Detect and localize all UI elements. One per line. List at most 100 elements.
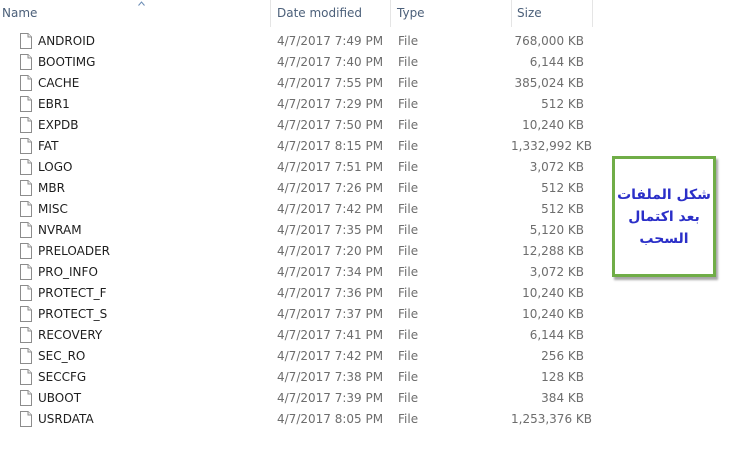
file-explorer: Name Date modified Type Size ANDROID 4/7/… <box>0 0 738 454</box>
file-date-modified: 4/7/2017 7:40 PM <box>277 55 384 69</box>
column-header-name[interactable]: Name <box>0 0 270 27</box>
file-size: 10,240 KB <box>522 307 584 321</box>
file-row[interactable]: SECCFG 4/7/2017 7:38 PM File 128 KB <box>0 367 600 388</box>
file-type: File <box>398 244 419 258</box>
file-row[interactable]: PRELOADER 4/7/2017 7:20 PM File 12,288 KB <box>0 241 600 262</box>
file-type: File <box>398 160 419 174</box>
file-icon <box>20 117 32 133</box>
file-icon <box>20 180 32 196</box>
file-type: File <box>398 412 419 426</box>
file-row[interactable]: FAT 4/7/2017 8:15 PM File 1,332,992 KB <box>0 136 600 157</box>
file-size: 512 KB <box>541 181 584 195</box>
file-row[interactable]: CACHE 4/7/2017 7:55 PM File 385,024 KB <box>0 73 600 94</box>
file-name: PROTECT_S <box>38 307 108 321</box>
column-header-row: Name Date modified Type Size <box>0 0 738 27</box>
file-date-modified: 4/7/2017 7:20 PM <box>277 244 384 258</box>
file-name: RECOVERY <box>38 328 103 342</box>
file-type: File <box>398 139 419 153</box>
file-size: 5,120 KB <box>529 223 584 237</box>
file-name: EXPDB <box>38 118 79 132</box>
file-name: LOGO <box>38 160 73 174</box>
file-date-modified: 4/7/2017 8:05 PM <box>277 412 384 426</box>
annotation-line: بعد اكتمال <box>628 208 700 225</box>
file-type: File <box>398 202 419 216</box>
file-size: 6,144 KB <box>529 328 584 342</box>
file-date-modified: 4/7/2017 7:42 PM <box>277 349 384 363</box>
column-header-type[interactable]: Type <box>390 0 511 27</box>
file-type: File <box>398 181 419 195</box>
file-size: 385,024 KB <box>514 76 584 90</box>
file-size: 12,288 KB <box>522 244 584 258</box>
file-row[interactable]: LOGO 4/7/2017 7:51 PM File 3,072 KB <box>0 157 600 178</box>
file-row[interactable]: EXPDB 4/7/2017 7:50 PM File 10,240 KB <box>0 115 600 136</box>
file-name: PROTECT_F <box>38 286 107 300</box>
file-name: MBR <box>38 181 65 195</box>
file-date-modified: 4/7/2017 7:55 PM <box>277 76 384 90</box>
file-size: 256 KB <box>541 349 584 363</box>
file-date-modified: 4/7/2017 7:37 PM <box>277 307 384 321</box>
column-header-date-modified[interactable]: Date modified <box>270 0 390 27</box>
file-row[interactable]: RECOVERY 4/7/2017 7:41 PM File 6,144 KB <box>0 325 600 346</box>
file-type: File <box>398 328 419 342</box>
file-icon <box>20 390 32 406</box>
file-row[interactable]: MBR 4/7/2017 7:26 PM File 512 KB <box>0 178 600 199</box>
file-row[interactable]: PROTECT_F 4/7/2017 7:36 PM File 10,240 KB <box>0 283 600 304</box>
file-icon <box>20 159 32 175</box>
file-row[interactable]: PRO_INFO 4/7/2017 7:34 PM File 3,072 KB <box>0 262 600 283</box>
file-row[interactable]: NVRAM 4/7/2017 7:35 PM File 5,120 KB <box>0 220 600 241</box>
file-size: 1,332,992 KB <box>511 139 592 153</box>
file-type: File <box>398 97 419 111</box>
file-size: 3,072 KB <box>529 160 584 174</box>
file-type: File <box>398 55 419 69</box>
file-row[interactable]: MISC 4/7/2017 7:42 PM File 512 KB <box>0 199 600 220</box>
file-row[interactable]: EBR1 4/7/2017 7:29 PM File 512 KB <box>0 94 600 115</box>
file-type: File <box>398 349 419 363</box>
file-icon <box>20 411 32 427</box>
file-date-modified: 4/7/2017 7:42 PM <box>277 202 384 216</box>
column-header-size[interactable]: Size <box>511 0 592 27</box>
file-date-modified: 4/7/2017 7:41 PM <box>277 328 384 342</box>
file-type: File <box>398 286 419 300</box>
file-name: USRDATA <box>38 412 94 426</box>
file-name: SEC_RO <box>38 349 86 363</box>
file-date-modified: 4/7/2017 7:50 PM <box>277 118 384 132</box>
file-icon <box>20 75 32 91</box>
file-icon <box>20 33 32 49</box>
file-name: BOOTIMG <box>38 55 96 69</box>
file-size: 10,240 KB <box>522 118 584 132</box>
file-type: File <box>398 391 419 405</box>
file-row[interactable]: SEC_RO 4/7/2017 7:42 PM File 256 KB <box>0 346 600 367</box>
file-row[interactable]: UBOOT 4/7/2017 7:39 PM File 384 KB <box>0 388 600 409</box>
file-name: PRELOADER <box>38 244 111 258</box>
file-date-modified: 4/7/2017 7:36 PM <box>277 286 384 300</box>
file-name: SECCFG <box>38 370 87 384</box>
annotation-line: السحب <box>639 230 689 247</box>
file-icon <box>20 138 32 154</box>
column-separator[interactable] <box>592 0 593 27</box>
file-size: 512 KB <box>541 97 584 111</box>
file-size: 768,000 KB <box>514 34 584 48</box>
file-row[interactable]: BOOTIMG 4/7/2017 7:40 PM File 6,144 KB <box>0 52 600 73</box>
file-icon <box>20 327 32 343</box>
file-type: File <box>398 370 419 384</box>
annotation-line: شكل الملفات <box>617 186 711 203</box>
file-type: File <box>398 34 419 48</box>
file-name: FAT <box>38 139 59 153</box>
file-row[interactable]: ANDROID 4/7/2017 7:49 PM File 768,000 KB <box>0 31 600 52</box>
file-icon <box>20 222 32 238</box>
file-list: ANDROID 4/7/2017 7:49 PM File 768,000 KB BOO… <box>0 31 600 430</box>
file-type: File <box>398 307 419 321</box>
file-date-modified: 4/7/2017 7:38 PM <box>277 370 384 384</box>
file-row[interactable]: USRDATA 4/7/2017 8:05 PM File 1,253,376 KB <box>0 409 600 430</box>
file-type: File <box>398 118 419 132</box>
file-icon <box>20 54 32 70</box>
file-icon <box>20 243 32 259</box>
file-date-modified: 4/7/2017 7:39 PM <box>277 391 384 405</box>
file-row[interactable]: PROTECT_S 4/7/2017 7:37 PM File 10,240 KB <box>0 304 600 325</box>
file-icon <box>20 306 32 322</box>
file-name: ANDROID <box>38 34 95 48</box>
file-size: 128 KB <box>541 370 584 384</box>
file-name: PRO_INFO <box>38 265 98 279</box>
sort-ascending-icon <box>138 1 145 6</box>
file-type: File <box>398 223 419 237</box>
